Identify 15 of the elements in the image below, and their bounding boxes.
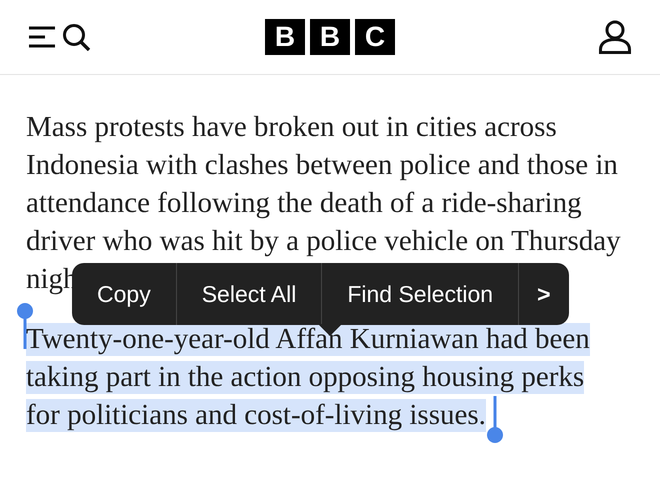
logo-letter: B: [265, 19, 305, 55]
text-line: driver who was hit by a police vehicle on Thursday: [26, 225, 621, 258]
account-icon[interactable]: [598, 20, 632, 54]
menu-item[interactable]: Find Selection: [321, 263, 518, 325]
menu-icon[interactable]: [28, 25, 58, 49]
menu-item[interactable]: Copy: [72, 263, 176, 325]
search-icon[interactable]: [62, 23, 92, 51]
text-line: Mass protests have broken out in cities across: [26, 111, 557, 144]
text-line: Indonesia with clashes between police and those in: [26, 149, 618, 182]
logo-letter: C: [355, 19, 395, 55]
menu-item[interactable]: Select All: [176, 263, 322, 325]
logo-letter: B: [310, 19, 350, 55]
more-button[interactable]: >: [518, 263, 568, 325]
text-line: attendance following the death of a ride-sharing: [26, 187, 582, 220]
selection-handle-icon[interactable]: [486, 396, 504, 444]
